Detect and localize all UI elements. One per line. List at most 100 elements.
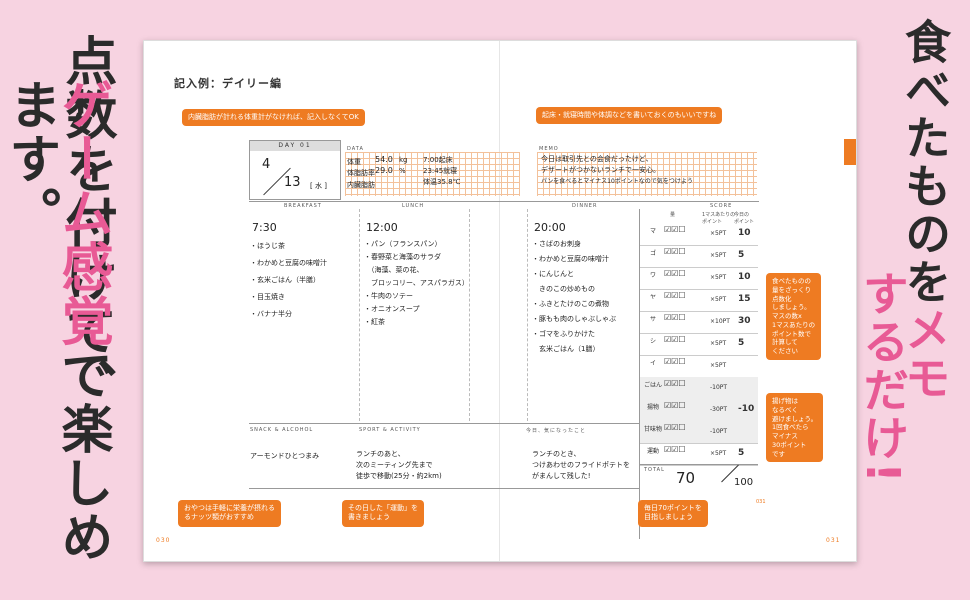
- note-line3: がまんして残した!: [532, 472, 591, 480]
- note-line2: つけあわせのフライドポテトを: [532, 461, 630, 469]
- checkbox-icon[interactable]: ☑☑☐: [664, 291, 686, 300]
- notes-label: 今日、気になったこと: [526, 428, 587, 434]
- score-multiplier: ×5PT: [710, 450, 727, 457]
- score-row: マ ☑☑☐ ×5PT 10: [640, 223, 758, 246]
- score-points: 15: [738, 294, 751, 304]
- left-heading-line2: ゲーム感覚で楽しめます。: [0, 78, 112, 600]
- memo-line3: パンを食べるとマイナス10ポイントなので気をつけよう: [541, 178, 693, 185]
- lunch-time: 12:00: [366, 221, 398, 234]
- weight-label: 体重: [347, 158, 361, 166]
- breakfast-time: 7:30: [252, 221, 277, 234]
- right-heading-line2: するだけ!: [856, 270, 910, 485]
- lunch-item: ・春野菜と海藻のサラダ: [364, 253, 441, 261]
- weight-value: 54.0: [375, 155, 393, 164]
- breakfast-item: ・ほうじ茶: [250, 242, 285, 250]
- score-multiplier: ×5PT: [710, 252, 727, 259]
- date: 13: [284, 175, 301, 190]
- dinner-item: ・にんじんと: [532, 270, 574, 278]
- breakfast-item: ・わかめと豆腐の味噌汁: [250, 259, 327, 267]
- bottom-end-line: [249, 488, 639, 489]
- right-heading-part1: 食べたものを: [898, 18, 952, 306]
- checkbox-icon[interactable]: ☑☑☐: [664, 445, 686, 454]
- score-row: ワ ☑☑☐ ×5PT 10: [640, 267, 758, 290]
- score-row: ヤ ☑☑☐ ×5PT 15: [640, 289, 758, 312]
- page-number-small: 031: [756, 499, 766, 505]
- bottom-line: [249, 423, 639, 424]
- lunch-item: ・オニオンスープ: [364, 305, 420, 313]
- score-category: サ: [649, 316, 656, 323]
- score-row: 運動 ☑☑☐ ×5PT 5: [640, 443, 758, 466]
- body-temp: 体温35.8℃: [423, 178, 461, 186]
- day-box: DAY 01 4 13 [ 水 ]: [249, 140, 341, 200]
- memo-line2: デザートがつかないランチで一安心。: [541, 166, 660, 174]
- left-heading-highlight: ゲーム感覚: [52, 78, 112, 348]
- score-points: 30: [738, 316, 751, 326]
- checkbox-icon[interactable]: ☑☑☐: [664, 335, 686, 344]
- score-table: 量 1マスあたりの ポイント 今日の ポイント マ ☑☑☐ ×5PT 10 ゴ ☑☑☐ ×5…: [640, 211, 758, 536]
- wake-time: 7:00起床: [423, 156, 453, 164]
- sport-label: SPORT & ACTIVITY: [359, 427, 421, 433]
- page-number-left: 030: [156, 537, 171, 544]
- callout-snack: おやつは手軽に栄養が摂れる るナッツ類がおすすめ: [178, 500, 281, 527]
- page-tab: [844, 139, 856, 165]
- snack-label: SNACK & ALCOHOL: [250, 427, 314, 433]
- checkbox-icon[interactable]: ☑☑☐: [664, 423, 686, 432]
- score-label: SCORE: [710, 203, 733, 209]
- score-category: 運動: [646, 448, 659, 455]
- score-multiplier: ×10PT: [710, 318, 730, 325]
- score-points: 10: [738, 272, 751, 282]
- meal-header-line: [249, 201, 759, 202]
- score-points: 5: [738, 448, 745, 458]
- snack-text: アーモンドひとつまみ: [250, 452, 320, 460]
- lunch-item: ブロッコリー、アスパラガス）: [364, 279, 469, 287]
- checkbox-icon[interactable]: ☑☑☐: [664, 379, 686, 388]
- score-points: 10: [738, 228, 751, 238]
- callout-goal: 毎日70ポイントを 目指しましょう: [638, 500, 708, 527]
- score-category: 甘味物: [644, 426, 663, 433]
- score-category: イ: [649, 360, 656, 367]
- score-multiplier: -10PT: [710, 428, 728, 435]
- lunch-item: （海藻、菜の花、: [364, 266, 424, 274]
- total-max: 100: [734, 477, 754, 488]
- score-multiplier: ×5PT: [710, 362, 727, 369]
- callout-fried: 揚げ物は なるべく 避けましょう。 1回食べたら マイナス 30ポイント です: [766, 393, 824, 463]
- checkbox-icon[interactable]: ☑☑☐: [664, 269, 686, 278]
- score-row: 甘味物 ☑☑☐ -10PT: [640, 421, 758, 444]
- memo-line1: 今日は取引先との会食だったけど、: [541, 155, 653, 163]
- dinner-time: 20:00: [534, 221, 566, 234]
- note-line1: ランチのとき、: [532, 450, 581, 458]
- divider-3: [527, 209, 528, 421]
- breakfast-item: ・玄米ごはん（半膳）: [250, 276, 320, 284]
- score-multiplier: -30PT: [710, 406, 728, 413]
- score-multiplier: ×5PT: [710, 296, 727, 303]
- score-points: 5: [738, 338, 745, 348]
- score-row: ゴ ☑☑☐ ×5PT 5: [640, 245, 758, 268]
- fat-unit: %: [399, 167, 406, 175]
- weekday-value: 水: [314, 182, 322, 190]
- checkbox-icon[interactable]: ☑☑☐: [664, 401, 686, 410]
- score-row: シ ☑☑☐ ×5PT 5: [640, 333, 758, 356]
- checkbox-icon[interactable]: ☑☑☐: [664, 313, 686, 322]
- score-row: サ ☑☑☐ ×10PT 30: [640, 311, 758, 334]
- fat-label: 体脂肪率: [347, 169, 375, 177]
- right-heading-part2: するだけ!: [856, 270, 910, 485]
- divider-2: [469, 209, 470, 421]
- sport-line2: 次のミーティング先まで: [356, 461, 433, 469]
- checkbox-icon[interactable]: ☑☑☐: [664, 357, 686, 366]
- weekday: [ 水 ]: [310, 182, 327, 190]
- total-line: [640, 464, 758, 465]
- dinner-item: ・豚もも肉のしゃぶしゃぶ: [532, 315, 616, 323]
- checkbox-icon[interactable]: ☑☑☐: [664, 247, 686, 256]
- score-row: ごはん ☑☑☐ -10PT: [640, 377, 758, 400]
- score-multiplier: ×5PT: [710, 230, 727, 237]
- score-multiplier: ×5PT: [710, 340, 727, 347]
- callout-scale: 内臓脂肪が計れる体重計がなければ、記入しなくてOK: [182, 109, 365, 127]
- dinner-item: ・ふきとたけのこの煮物: [532, 300, 609, 308]
- score-points: -10: [738, 404, 755, 414]
- sport-line3: 徒歩で移動(25分・約2km): [356, 472, 442, 480]
- score-category: ごはん: [644, 382, 663, 389]
- score-category: 揚物: [646, 404, 659, 411]
- dinner-item: ・わかめと豆腐の味噌汁: [532, 255, 609, 263]
- callout-wake-sleep: 起床・就寝時間や体調などを書いておくのもいいですね: [536, 107, 723, 125]
- checkbox-icon[interactable]: ☑☑☐: [664, 225, 686, 234]
